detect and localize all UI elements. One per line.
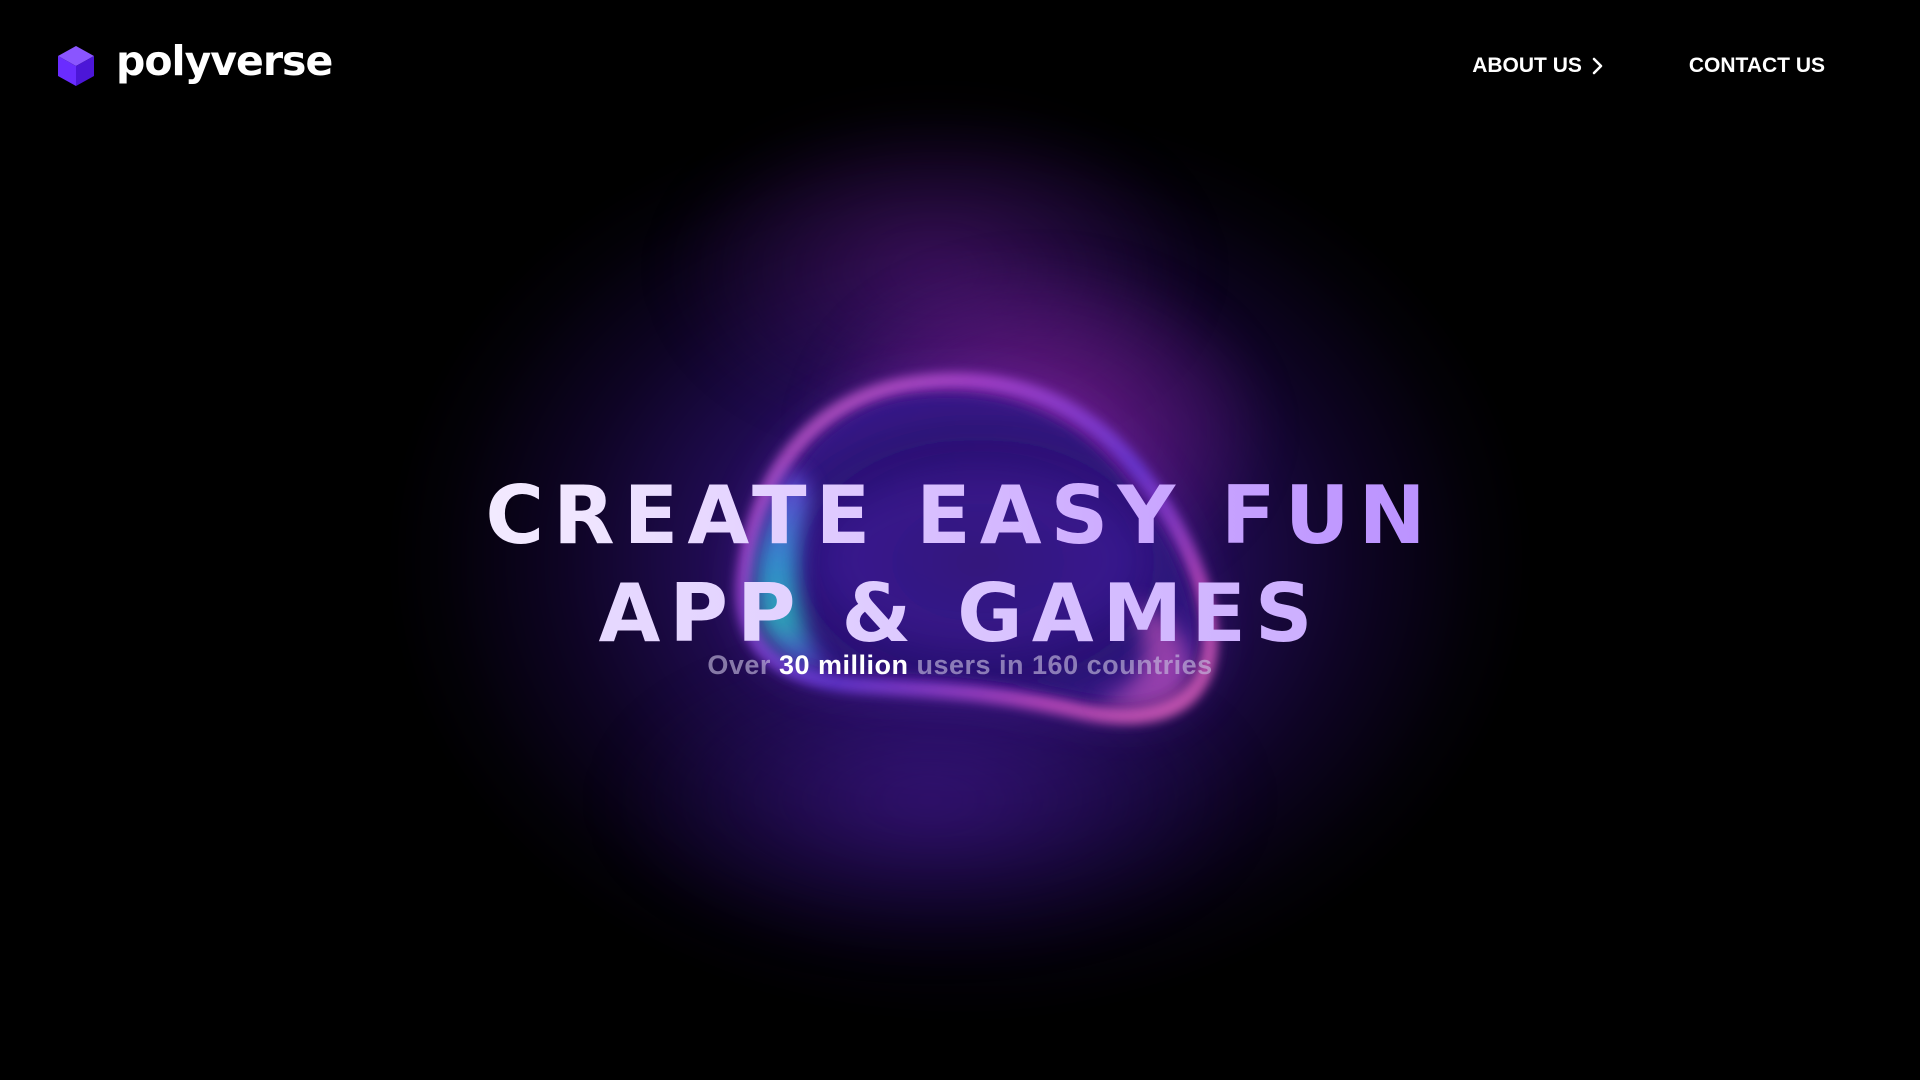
nav-about-us-link[interactable]: ABOUT US [1472,54,1603,78]
hero-line-2: APP & GAMES [0,565,1920,663]
nav-contact-us-label: CONTACT US [1688,54,1825,77]
subtitle-prefix: Over [707,650,771,680]
landing-page: polyverse ABOUT US CONTACT US CREATE EAS… [0,0,1920,1080]
hero-heading: CREATE EASY FUN APP & GAMES [0,467,1920,663]
nav-about-us-label: ABOUT US [1472,54,1582,77]
top-nav: ABOUT US CONTACT US [1472,54,1825,78]
hero-line-1: CREATE EASY FUN [0,467,1920,565]
nav-contact-us-link[interactable]: CONTACT US [1689,54,1825,78]
subtitle-highlight: 30 million [778,650,909,680]
brand-name: polyverse [116,37,333,85]
hero-subtitle: Over 30 million users in 160 countries [0,650,1920,681]
chevron-right-icon [1592,57,1603,75]
purple-cube-icon [58,46,94,86]
brand-logo[interactable]: polyverse [56,39,333,88]
subtitle-suffix: users in 160 countries [916,650,1213,680]
